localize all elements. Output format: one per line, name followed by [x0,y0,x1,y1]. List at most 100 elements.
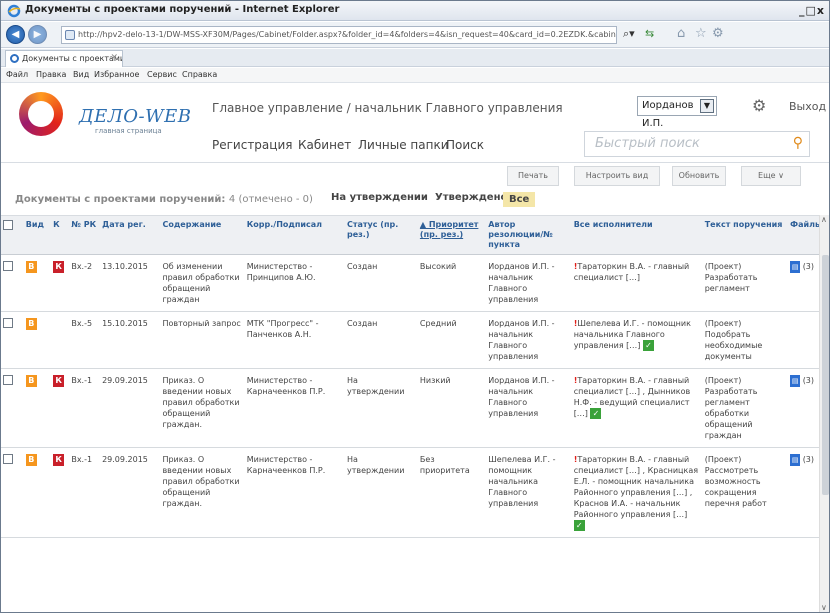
control-icon[interactable]: К [53,454,65,466]
compatibility-icon[interactable]: ⇆ [645,27,654,40]
nav-registration[interactable]: Регистрация [212,138,292,152]
col-priority[interactable]: ▲ Приоритет (пр. рез.) [417,215,487,255]
row-content: Повторный запрос [160,311,245,369]
col-status[interactable]: Статус (пр. рез.) [345,215,418,255]
incoming-doc-icon[interactable]: В [25,454,37,466]
nav-personal-folders[interactable]: Личные папки [358,138,449,152]
scroll-thumb[interactable] [822,255,829,495]
select-all-checkbox[interactable] [1,215,24,255]
row-checkbox[interactable] [3,454,13,464]
ie-tab-icon [10,54,19,63]
forward-arrow-icon[interactable]: ▶ [28,25,47,44]
col-files[interactable]: Файлы [788,215,822,255]
files-count[interactable]: (3) [803,455,814,464]
col-author[interactable]: Автор резолюции/№ пункта [486,215,572,255]
menu-view[interactable]: Вид [73,68,89,82]
control-icon[interactable]: К [53,375,65,387]
url-input[interactable]: http://hpv2-delo-13-1/DW-MSS-XF30M/Pages… [61,26,617,44]
col-text[interactable]: Текст поручения [702,215,789,255]
home-icon[interactable]: ⌂ [677,26,685,41]
table-row[interactable]: В Вх.-5 15.10.2015 Повторный запрос МТК … [1,311,819,369]
incoming-doc-icon[interactable]: В [25,318,37,330]
row-executors: !Тараторкин В.А. - главный специалист […… [571,447,703,538]
settings-gear-icon[interactable]: ⚙ [752,96,766,115]
brand-subtitle: главная страница [95,127,162,135]
row-checkbox[interactable] [3,261,13,271]
search-icon[interactable]: ⚲ [793,135,803,151]
delo-logo-icon[interactable] [19,92,63,136]
incoming-doc-icon[interactable]: В [25,375,37,387]
back-arrow-icon[interactable]: ◀ [6,25,25,44]
row-content: Приказ. О введении новых правил обработк… [160,368,245,448]
menu-file[interactable]: Файл [6,68,28,82]
browser-window: Документы с проектами поручений - Intern… [0,0,830,613]
list-title: Документы с проектами поручений: 4 (отме… [15,194,313,205]
executors-text: Тараторкин В.А. - главный специалист […] [573,262,690,282]
user-select[interactable]: Иорданов И.П. ▼ [637,96,717,129]
nav-cabinet[interactable]: Кабинет [298,138,351,152]
header-divider [1,162,829,163]
row-checkbox[interactable] [3,375,13,385]
col-kind[interactable]: Вид [23,215,52,255]
menu-edit[interactable]: Правка [36,68,66,82]
row-files: ▤ (3) [788,254,819,312]
vertical-scrollbar[interactable]: ∧ ∨ [819,215,829,612]
file-icon[interactable]: ▤ [790,375,801,387]
files-count[interactable]: (3) [803,262,814,271]
refresh-button[interactable]: Обновить [672,166,726,186]
scroll-down-icon[interactable]: ∨ [821,603,827,612]
control-icon[interactable]: К [53,261,65,273]
row-author: Иорданов И.П. - начальник Главного управ… [486,368,572,448]
tools-gear-icon[interactable]: ⚙ [712,26,724,41]
approved-check-icon: ✓ [642,340,654,351]
filter-approved[interactable]: Утверждено [435,192,507,203]
menu-favorites[interactable]: Избранное [94,68,139,82]
menu-bar: Файл Правка Вид Избранное Сервис Справка [1,68,829,83]
incoming-doc-icon[interactable]: В [25,261,37,273]
approved-check-icon: ✓ [590,408,602,419]
row-executors: !Тараторкин В.А. - главный специалист […… [571,254,703,312]
col-date[interactable]: Дата рег. [100,215,161,255]
table-row[interactable]: В К Вх.-2 13.10.2015 Об изменении правил… [1,254,819,312]
col-content[interactable]: Содержание [160,215,245,255]
search-dropdown-icon[interactable]: ⌕▾ [623,27,635,41]
menu-help[interactable]: Справка [182,68,217,82]
col-correspondent[interactable]: Корр./Подписал [244,215,345,255]
row-correspondent: Министерство - Принципов А.Ю. [244,254,345,312]
row-number: Вх.-2 [69,254,101,312]
window-controls[interactable]: _□x [799,4,825,17]
browser-tab[interactable]: Документы с проектами по... ✕ [5,50,123,67]
brand-name[interactable]: ДЕЛО-WEB [79,106,192,127]
menu-tools[interactable]: Сервис [147,68,177,82]
nav-search[interactable]: Поиск [446,138,484,152]
print-button[interactable]: Печать [507,166,559,186]
row-date: 29.09.2015 [100,368,161,448]
col-executors[interactable]: Все исполнители [571,215,703,255]
row-correspondent: Министерство - Карначеенков П.Р. [244,447,345,538]
configure-view-button[interactable]: Настроить вид [574,166,660,186]
executors-text: Шепелева И.Г. - помощник начальника Глав… [573,319,691,350]
quick-search-input[interactable]: Быстрый поиск ⚲ [584,131,810,157]
more-button[interactable]: Еще ∨ [741,166,801,186]
ie-logo-icon [7,4,21,18]
row-date: 13.10.2015 [100,254,161,312]
scroll-up-icon[interactable]: ∧ [821,215,827,224]
filter-pending[interactable]: На утверждении [331,192,428,203]
favorites-star-icon[interactable]: ☆ [695,26,707,41]
close-tab-icon[interactable]: ✕ [110,51,118,66]
file-icon[interactable]: ▤ [790,261,801,273]
table-row[interactable]: В К Вх.-1 29.09.2015 Приказ. О введении … [1,447,819,538]
files-count[interactable]: (3) [803,376,814,385]
col-k[interactable]: К [51,215,70,255]
file-icon[interactable]: ▤ [790,454,801,466]
row-date: 29.09.2015 [100,447,161,538]
row-status: Создан [345,254,418,312]
row-number: Вх.-1 [69,368,101,448]
row-executors: !Шепелева И.Г. - помощник начальника Гла… [571,311,703,369]
table-row[interactable]: В К Вх.-1 29.09.2015 Приказ. О введении … [1,368,819,448]
url-text: http://hpv2-delo-13-1/DW-MSS-XF30M/Pages… [78,30,616,39]
filter-all[interactable]: Все [503,192,536,207]
row-checkbox[interactable] [3,318,13,328]
exit-link[interactable]: Выход [789,100,826,113]
col-number[interactable]: № РК [69,215,101,255]
